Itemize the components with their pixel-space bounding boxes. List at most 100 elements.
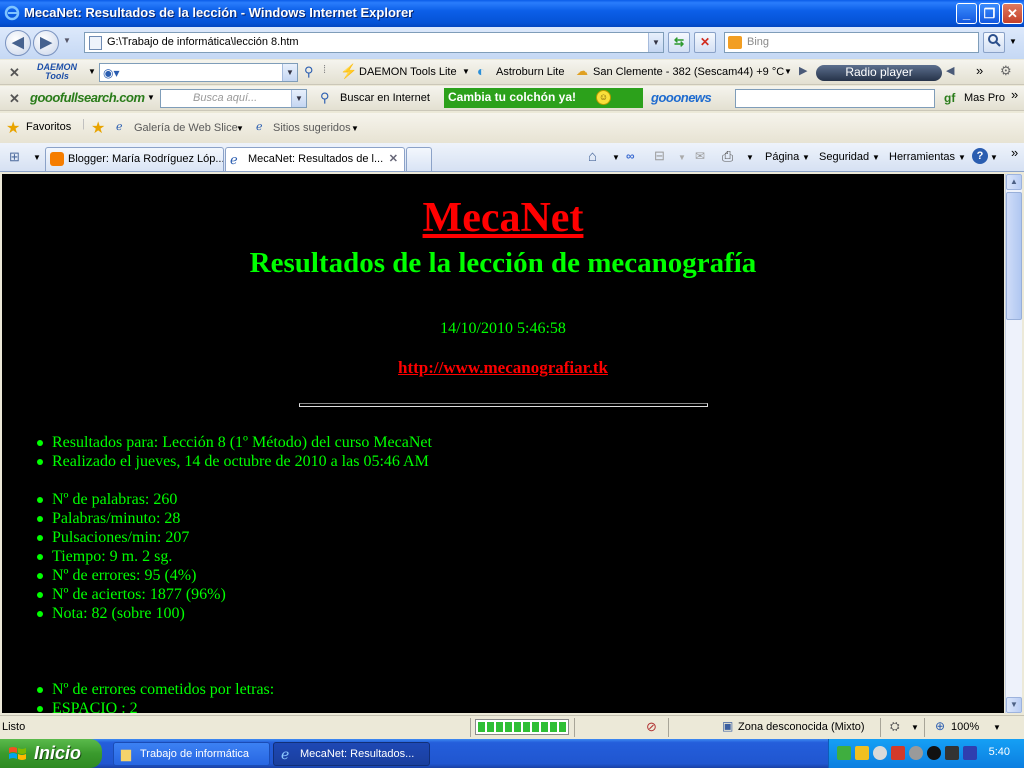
daemon-search-dropdown-icon[interactable]: ▼	[282, 64, 297, 81]
daemon-tools-logo[interactable]: DAEMON Tools	[30, 63, 84, 82]
tray-daemon-icon[interactable]	[927, 746, 941, 760]
print-icon[interactable]: ⎙	[722, 148, 733, 165]
settings-gear-icon[interactable]: ⚙	[1000, 63, 1012, 79]
scroll-down-icon[interactable]: ▼	[1006, 697, 1022, 713]
security-zone-text[interactable]: Zona desconocida (Mixto)	[738, 721, 865, 733]
mail-icon[interactable]: ✉	[695, 149, 705, 163]
security-menu-arrow-icon[interactable]: ▼	[872, 153, 880, 162]
new-tab-button[interactable]	[406, 147, 432, 171]
back-button[interactable]: ◀	[5, 30, 31, 56]
tray-network-icon[interactable]	[837, 746, 851, 760]
tools-menu-arrow-icon[interactable]: ▼	[958, 153, 966, 162]
weather-dropdown-icon[interactable]: ▼	[784, 67, 792, 76]
play-icon[interactable]: ▶	[799, 64, 807, 77]
stat-hits: Nº de aciertos: 1877 (96%)	[36, 585, 226, 604]
more-chevron-icon[interactable]: »	[976, 63, 983, 78]
gooofullsearch-logo[interactable]: gooofullsearch.com	[30, 90, 145, 105]
gooo-news-input[interactable]	[735, 89, 935, 108]
home-dropdown-icon[interactable]: ▼	[612, 153, 620, 162]
daemon-tools-lite-link[interactable]: DAEMON Tools Lite	[359, 66, 457, 78]
quick-tabs-icon[interactable]: ⊞	[9, 149, 20, 165]
close-button[interactable]: ✕	[1002, 3, 1023, 24]
search-field[interactable]: Bing	[724, 32, 979, 53]
web-slice-gallery-link[interactable]: Galería de Web Slice	[134, 122, 238, 134]
gooo-menu-arrow-icon[interactable]: ▼	[147, 93, 155, 102]
gooo-search-input[interactable]: Busca aquí... ▼	[160, 89, 307, 108]
vertical-scrollbar[interactable]: ▲ ▼	[1005, 174, 1022, 713]
address-field[interactable]: G:\Trabajo de informática\lección 8.htm …	[84, 32, 664, 53]
suggested-sites-link[interactable]: Sitios sugeridos	[273, 122, 351, 134]
buscar-en-internet-button[interactable]: Buscar en Internet	[340, 92, 430, 104]
tray-shield-icon[interactable]	[891, 746, 905, 760]
astroburn-lite-link[interactable]: Astroburn Lite	[496, 66, 564, 78]
minimize-button[interactable]: _	[956, 3, 977, 24]
scroll-thumb[interactable]	[1006, 192, 1022, 320]
mecanografiar-link[interactable]: http://www.mecanografiar.tk	[2, 358, 1004, 378]
tab-label: Blogger: María Rodríguez Lóp...	[68, 153, 224, 165]
web-slice-dropdown-icon[interactable]: ▼	[236, 124, 244, 133]
window-titlebar[interactable]: MecaNet: Resultados de la lección - Wind…	[0, 0, 1024, 27]
print-dropdown-icon[interactable]: ▼	[746, 153, 754, 162]
task-mecanet[interactable]: ℯ MecaNet: Resultados...	[273, 742, 430, 766]
feeds-icon[interactable]: ⊟	[654, 148, 665, 164]
more-chevron-icon[interactable]: »	[1011, 145, 1018, 160]
restore-button[interactable]: ❐	[979, 3, 1000, 24]
search-options-icon[interactable]: ▼	[1009, 37, 1017, 46]
status-text: Listo	[2, 721, 26, 733]
blocked-icon[interactable]: ⊘	[646, 719, 657, 735]
task-trabajo-informatica[interactable]: ▆ Trabajo de informática	[113, 742, 270, 766]
favorites-button[interactable]: Favoritos	[26, 121, 71, 133]
daemon-menu-arrow-icon[interactable]: ▼	[88, 67, 96, 76]
help-icon[interactable]: ?	[972, 148, 988, 164]
volume-icon[interactable]: ◀	[946, 64, 954, 77]
list-item: Realizado el jueves, 14 de octubre de 20…	[36, 452, 432, 471]
tray-disk-icon[interactable]	[909, 746, 923, 760]
help-dropdown-icon[interactable]: ▼	[990, 153, 998, 162]
gooo-search-dropdown-icon[interactable]: ▼	[291, 90, 306, 107]
address-dropdown-icon[interactable]: ▼	[648, 33, 663, 52]
search-button[interactable]	[983, 32, 1005, 53]
protected-mode-icon[interactable]: ⛭	[890, 719, 900, 734]
close-tab-icon[interactable]: ✕	[389, 152, 398, 165]
start-button[interactable]: Inicio	[0, 739, 102, 768]
horizontal-rule	[299, 403, 708, 407]
daemon-tools-dropdown-icon[interactable]: ▼	[462, 67, 470, 76]
weather-link[interactable]: San Clemente - 382 (Sescam44) +9 °C	[593, 66, 784, 78]
cambia-colchon-banner[interactable]: Cambia tu colchón ya! ☺	[444, 88, 643, 108]
feeds-dropdown-icon[interactable]: ▼	[678, 153, 686, 162]
radio-player-button[interactable]: Radio player	[816, 65, 942, 81]
connections-icon[interactable]: ∞	[626, 149, 635, 163]
tools-menu[interactable]: Herramientas	[889, 151, 955, 163]
scroll-up-icon[interactable]: ▲	[1006, 174, 1022, 190]
page-subtitle: Resultados de la lección de mecanografía	[249, 247, 757, 279]
tray-display-icon[interactable]	[945, 746, 959, 760]
protected-mode-dropdown-icon[interactable]: ▼	[911, 723, 919, 732]
suggested-sites-dropdown-icon[interactable]: ▼	[351, 124, 359, 133]
refresh-button[interactable]: ⇆	[668, 32, 690, 53]
gooonews-logo[interactable]: gooonews	[651, 90, 712, 105]
stop-button[interactable]: ✕	[694, 32, 716, 53]
mas-pro-link[interactable]: Mas Pro	[964, 92, 1005, 104]
zoom-dropdown-icon[interactable]: ▼	[993, 723, 1001, 732]
close-toolbar-icon[interactable]: ✕	[9, 91, 20, 107]
tab-blogger[interactable]: Blogger: María Rodríguez Lóp...	[45, 147, 224, 171]
home-icon[interactable]: ⌂	[588, 148, 597, 165]
tab-mecanet[interactable]: ℯ MecaNet: Resultados de l... ✕	[225, 147, 405, 171]
tray-security-icon[interactable]	[855, 746, 869, 760]
list-item: Nº de errores cometidos por letras:	[36, 680, 274, 699]
search-icon[interactable]: ⚲	[304, 64, 314, 80]
close-toolbar-icon[interactable]: ✕	[9, 65, 20, 81]
page-menu[interactable]: Página	[765, 151, 799, 163]
tray-antivirus-icon[interactable]	[873, 746, 887, 760]
favorites-star-icon[interactable]: ★	[6, 118, 20, 138]
more-chevron-icon[interactable]: »	[1011, 87, 1018, 102]
zoom-level[interactable]: 100%	[951, 721, 979, 733]
tab-list-dropdown-icon[interactable]: ▼	[33, 153, 41, 162]
add-favorite-icon[interactable]: ★	[91, 118, 105, 138]
security-menu[interactable]: Seguridad	[819, 151, 869, 163]
tray-monitor-icon[interactable]	[963, 746, 977, 760]
daemon-search-input[interactable]: ◉▾ ▼	[99, 63, 298, 82]
forward-button[interactable]: ▶	[33, 30, 59, 56]
history-dropdown-icon[interactable]: ▼	[63, 36, 71, 45]
page-menu-arrow-icon[interactable]: ▼	[802, 153, 810, 162]
